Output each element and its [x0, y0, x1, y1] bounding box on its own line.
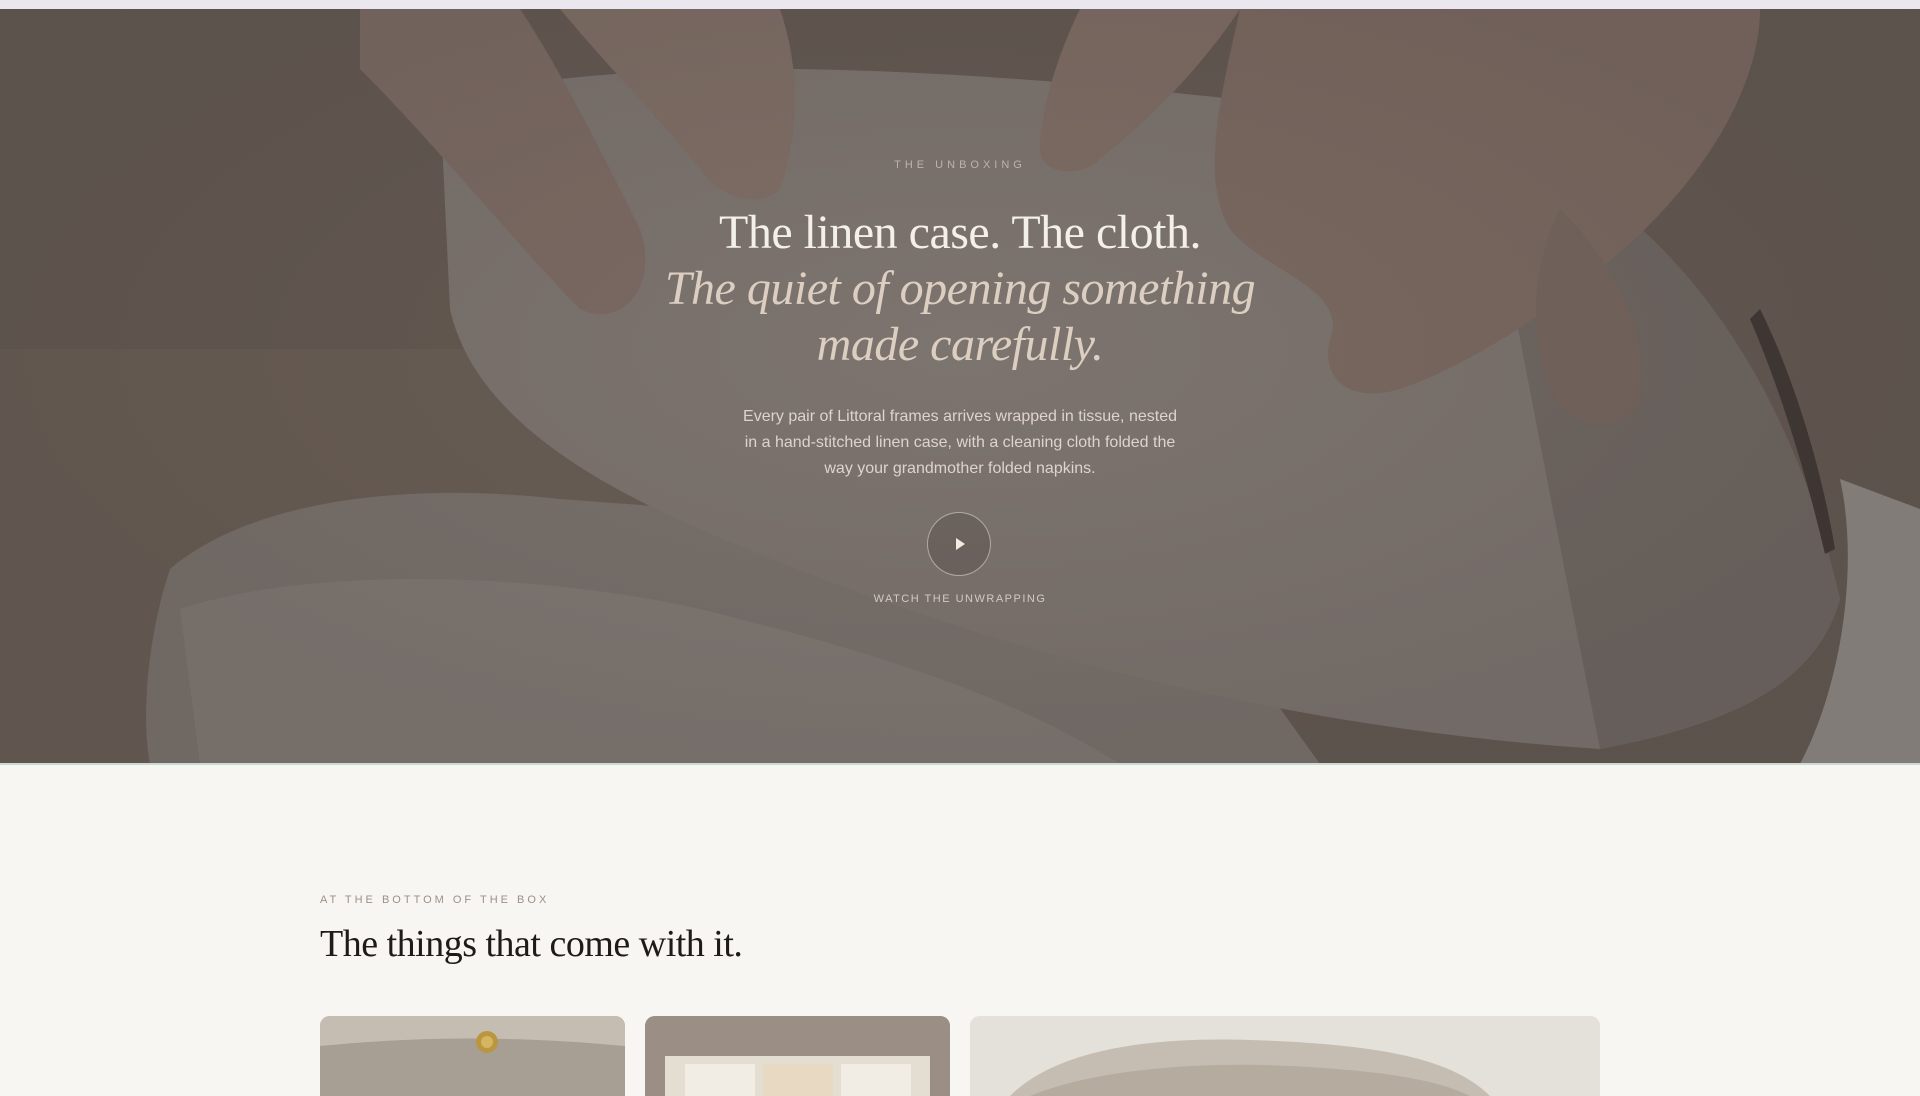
- hero-section: [0, 9, 1920, 764]
- product-card-cloth[interactable]: [645, 1016, 950, 1096]
- hero-eyebrow: THE UNBOXING: [894, 159, 1026, 171]
- top-strip: [0, 0, 1920, 9]
- hero-title: The linen case. The cloth. The quiet of …: [560, 205, 1360, 373]
- hero-body-text: Every pair of Littoral frames arrives wr…: [743, 408, 1177, 477]
- card-image-cloth: [645, 1016, 950, 1096]
- product-card-case[interactable]: [320, 1016, 625, 1096]
- card-image-case: [320, 1016, 625, 1096]
- hero-overlay: [0, 9, 1920, 764]
- watch-unwrapping-link[interactable]: WATCH THE UNWRAPPING: [0, 593, 1920, 605]
- play-button[interactable]: [927, 512, 991, 576]
- section-eyebrow: AT THE BOTTOM OF THE BOX: [320, 894, 550, 906]
- hero-title-italic-2: made carefully.: [816, 318, 1104, 371]
- hero-title-line1: The linen case. The cloth.: [719, 206, 1201, 259]
- section-title: The things that come with it.: [320, 923, 743, 965]
- product-card-pouch[interactable]: [970, 1016, 1600, 1096]
- play-icon: [956, 538, 965, 550]
- hero-divider: [0, 763, 1920, 765]
- hero-title-italic-1: The quiet of opening something: [664, 262, 1256, 315]
- card-image-pouch: [970, 1016, 1600, 1096]
